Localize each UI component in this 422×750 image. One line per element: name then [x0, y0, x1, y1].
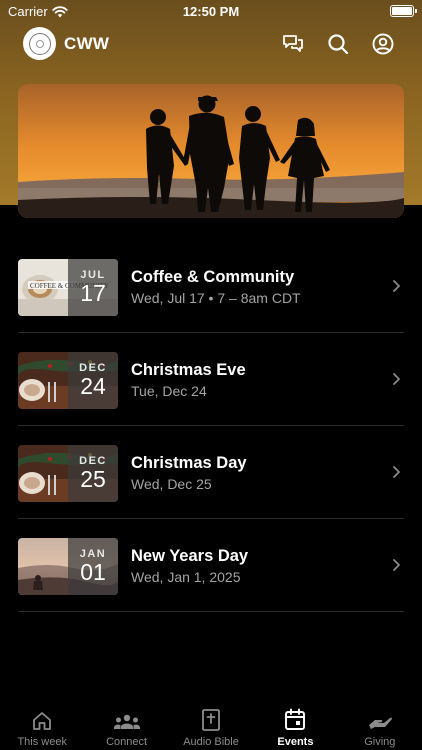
- tab-giving[interactable]: Giving: [338, 702, 422, 750]
- event-row[interactable]: JAN 01 New Years Day Wed, Jan 1, 2025: [18, 519, 404, 612]
- event-title: New Years Day: [131, 547, 249, 565]
- event-day: 25: [80, 466, 106, 492]
- event-datetime: Tue, Dec 24: [131, 383, 207, 399]
- event-datetime: Wed, Jul 17 • 7 – 8am CDT: [131, 290, 301, 306]
- tab-bar: This week Connect Audio Bible Events Giv…: [0, 702, 422, 750]
- tab-this-week[interactable]: This week: [0, 702, 84, 750]
- event-thumbnail: DEC 25: [18, 445, 118, 502]
- event-day: 17: [80, 280, 106, 306]
- tab-label: Events: [277, 736, 314, 748]
- event-date-badge: DEC 25: [68, 445, 118, 502]
- event-datetime: Wed, Jan 1, 2025: [131, 569, 241, 585]
- event-thumbnail: COFFEE & COMMUNITY JUL 17: [18, 259, 118, 316]
- event-datetime: Wed, Dec 25: [131, 476, 212, 492]
- status-time: 12:50 PM: [182, 4, 240, 19]
- status-bar: Carrier 12:50 PM: [0, 0, 422, 24]
- tab-label: Audio Bible: [183, 736, 239, 748]
- giving-icon: [368, 717, 392, 729]
- event-date-badge: JAN 01: [68, 538, 118, 595]
- tab-label: This week: [17, 736, 67, 748]
- tab-connect[interactable]: Connect: [84, 702, 168, 750]
- event-row[interactable]: DEC 24 Christmas Eve Tue, Dec 24: [18, 333, 404, 426]
- battery-icon: [390, 5, 417, 17]
- tab-audio-bible[interactable]: Audio Bible: [169, 702, 253, 750]
- event-date-badge: DEC 24: [68, 352, 118, 409]
- event-day: 24: [80, 373, 106, 399]
- event-date-badge: JUL 17: [68, 259, 118, 316]
- chevron-right-icon: [393, 559, 400, 571]
- event-day: 01: [80, 559, 106, 585]
- chevron-right-icon: [393, 280, 400, 292]
- chevron-right-icon: [393, 466, 400, 478]
- chevron-right-icon: [393, 373, 400, 385]
- home-icon: [33, 712, 52, 730]
- tab-events[interactable]: Events: [253, 702, 337, 750]
- church-logo[interactable]: [23, 27, 56, 60]
- event-row[interactable]: COFFEE & COMMUNITY JUL 17 Coffee & Commu…: [18, 240, 404, 333]
- search-icon[interactable]: [325, 31, 351, 57]
- tab-label: Connect: [106, 736, 148, 748]
- people-icon: [113, 714, 140, 729]
- event-thumbnail: JAN 01: [18, 538, 118, 595]
- event-title: Christmas Eve: [131, 361, 246, 379]
- hero-banner-image: [18, 84, 404, 218]
- bible-icon: [202, 709, 220, 731]
- event-thumbnail: DEC 24: [18, 352, 118, 409]
- chat-icon[interactable]: [280, 31, 306, 57]
- events-list: COFFEE & COMMUNITY JUL 17 Coffee & Commu…: [0, 240, 422, 612]
- event-row[interactable]: DEC 25 Christmas Day Wed, Dec 25: [18, 426, 404, 519]
- app-name: CWW: [64, 34, 110, 53]
- profile-icon[interactable]: [370, 31, 396, 57]
- event-title: Coffee & Community: [131, 268, 295, 286]
- calendar-icon: [285, 708, 306, 730]
- event-title: Christmas Day: [131, 454, 247, 472]
- tab-label: Giving: [364, 736, 396, 748]
- app-header: CWW: [0, 26, 422, 62]
